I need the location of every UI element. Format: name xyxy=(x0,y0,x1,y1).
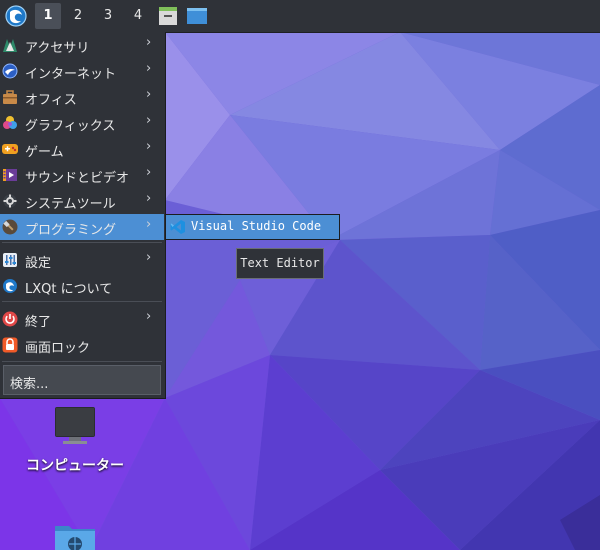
desktop-icon-label[interactable]: コンピューター xyxy=(10,455,140,475)
chevron-right-icon: › xyxy=(146,250,152,265)
menu-item-internet[interactable]: インターネット › xyxy=(0,58,164,84)
settings-icon xyxy=(3,253,17,267)
menu-item-label: オフィス xyxy=(25,93,77,108)
start-menu: アクセサリ › インターネット › オフィス › グラフィックス › ゲーム ›… xyxy=(0,32,166,399)
tooltip: Text Editor xyxy=(236,248,324,279)
submenu-item-label: Visual Studio Code xyxy=(191,219,322,233)
menu-item-about-lxqt[interactable]: LXQt について xyxy=(0,273,164,299)
computer-icon[interactable] xyxy=(53,405,97,447)
chevron-right-icon: › xyxy=(146,113,152,128)
chevron-right-icon: › xyxy=(146,35,152,50)
menu-item-office[interactable]: オフィス › xyxy=(0,84,164,110)
multimedia-icon xyxy=(3,169,17,181)
chevron-right-icon: › xyxy=(146,217,152,232)
search-input[interactable]: 検索... xyxy=(3,365,161,395)
menu-item-label: 画面ロック xyxy=(25,341,91,356)
chevron-right-icon: › xyxy=(146,191,152,206)
games-icon xyxy=(2,144,18,154)
office-icon xyxy=(3,90,17,104)
menu-separator xyxy=(2,301,162,302)
menu-item-lock-screen[interactable]: 画面ロック xyxy=(0,332,164,358)
search-placeholder: 検索... xyxy=(10,377,49,392)
power-icon xyxy=(2,311,18,327)
internet-icon xyxy=(2,63,18,79)
start-menu-button[interactable] xyxy=(2,2,30,30)
menu-item-label: 終了 xyxy=(25,315,52,330)
menu-item-accessories[interactable]: アクセサリ › xyxy=(0,32,164,58)
menu-item-label: 設定 xyxy=(25,256,52,271)
chevron-right-icon: › xyxy=(146,61,152,76)
menu-item-label: アクセサリ xyxy=(25,41,90,56)
network-folder-icon[interactable] xyxy=(53,522,97,550)
desktop-3-button[interactable]: 3 xyxy=(95,3,121,29)
desktop-2-button[interactable]: 2 xyxy=(65,3,91,29)
lock-icon xyxy=(2,337,18,353)
menu-item-settings[interactable]: 設定 › xyxy=(0,247,164,273)
menu-item-system-tools[interactable]: システムツール › xyxy=(0,188,164,214)
menu-separator xyxy=(2,361,162,362)
chevron-right-icon: › xyxy=(146,139,152,154)
archive-manager-icon[interactable] xyxy=(157,6,179,26)
menu-item-label: ゲーム xyxy=(25,145,64,160)
programming-submenu: Visual Studio Code xyxy=(165,214,340,240)
menu-separator xyxy=(2,242,162,243)
chevron-right-icon: › xyxy=(146,165,152,180)
menu-item-label: サウンドとビデオ xyxy=(25,171,130,186)
lxqt-icon xyxy=(3,279,17,293)
submenu-item-vscode[interactable]: Visual Studio Code xyxy=(166,215,339,239)
chevron-right-icon: › xyxy=(146,309,152,324)
menu-item-graphics[interactable]: グラフィックス › xyxy=(0,110,164,136)
menu-item-label: プログラミング xyxy=(25,223,117,238)
menu-item-label: システムツール xyxy=(25,197,116,212)
menu-item-label: インターネット xyxy=(25,67,117,82)
menu-item-shutdown[interactable]: 終了 › xyxy=(0,306,164,332)
menu-item-label: LXQt について xyxy=(25,282,113,297)
desktop-1-button[interactable]: 1 xyxy=(35,3,61,29)
accessories-icon xyxy=(3,39,17,52)
menu-item-programming[interactable]: プログラミング › xyxy=(0,214,164,240)
menu-item-label: グラフィックス xyxy=(25,119,116,134)
programming-icon xyxy=(2,219,18,235)
vscode-icon xyxy=(170,220,185,234)
window-icon[interactable] xyxy=(186,6,208,26)
system-tools-icon xyxy=(3,194,17,208)
menu-item-games[interactable]: ゲーム › xyxy=(0,136,164,162)
menu-item-multimedia[interactable]: サウンドとビデオ › xyxy=(0,162,164,188)
graphics-icon xyxy=(3,116,17,129)
taskbar: 1 2 3 4 xyxy=(0,0,600,33)
chevron-right-icon: › xyxy=(146,87,152,102)
desktop-4-button[interactable]: 4 xyxy=(125,3,151,29)
